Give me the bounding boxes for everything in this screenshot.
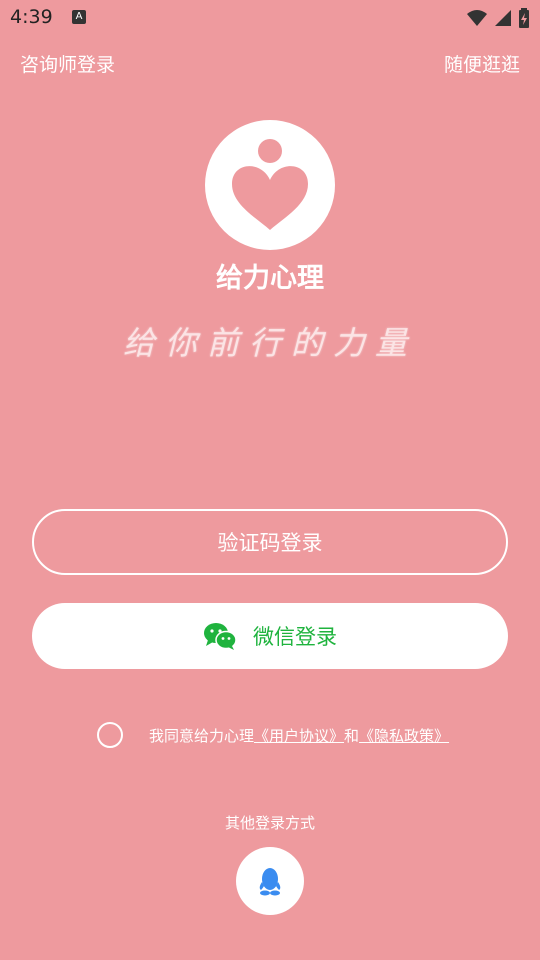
agreement-checkbox[interactable] — [97, 722, 123, 748]
battery-icon — [519, 8, 529, 28]
app-logo — [205, 120, 335, 250]
sms-login-label: 验证码登录 — [217, 531, 323, 555]
browse-link[interactable]: 随便逛逛 — [444, 50, 520, 77]
wechat-icon — [204, 623, 237, 650]
app-slogan: 给你前行的力量 — [122, 324, 417, 362]
counselor-login-link[interactable]: 咨询师登录 — [20, 50, 115, 77]
agreement-prefix: 我同意给力心理 — [149, 726, 255, 745]
wechat-login-button[interactable]: 微信登录 — [32, 603, 508, 669]
app-name: 给力心理 — [216, 263, 324, 294]
wifi-icon — [467, 10, 487, 26]
status-time: 4:39 — [10, 6, 53, 28]
qq-icon — [259, 868, 281, 896]
status-bar: 4:39 A — [0, 0, 540, 36]
notification-icon: A — [72, 10, 86, 24]
qq-login-button[interactable] — [236, 847, 304, 915]
other-login-label: 其他登录方式 — [224, 814, 315, 832]
agreement-row: 我同意给力心理 《用户协议》 和 《隐私政策》 — [97, 721, 449, 749]
signal-icon — [495, 10, 511, 26]
privacy-policy-link[interactable]: 《隐私政策》 — [359, 725, 449, 746]
status-icons — [466, 7, 530, 29]
sms-login-button[interactable]: 验证码登录 — [32, 509, 508, 575]
heart-person-icon — [232, 139, 308, 230]
agreement-conj: 和 — [344, 726, 360, 745]
wechat-login-label: 微信登录 — [253, 625, 337, 649]
user-agreement-link[interactable]: 《用户协议》 — [254, 725, 344, 746]
